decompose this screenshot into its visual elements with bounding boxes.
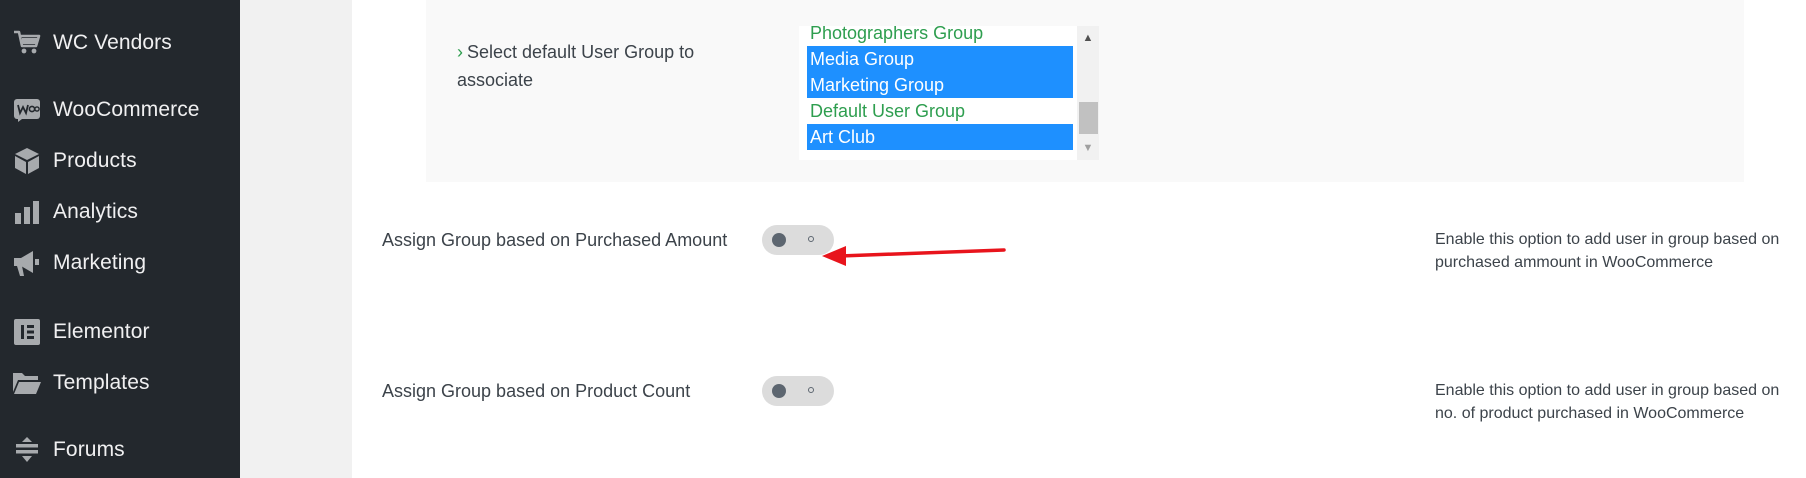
purchased-amount-toggle[interactable] — [762, 225, 834, 255]
default-group-label: › Select default User Group to associate — [457, 38, 737, 94]
sidebar-item-label: Analytics — [53, 200, 138, 223]
toggle-knob — [772, 384, 786, 398]
sidebar-item-marketing[interactable]: Marketing — [0, 246, 240, 280]
toggle-off-indicator-icon — [808, 236, 814, 242]
option-art-club[interactable]: Art Club — [807, 124, 1073, 150]
sidebar-item-analytics[interactable]: Analytics — [0, 195, 240, 229]
sidebar-item-forums[interactable]: Forums — [0, 433, 240, 467]
product-count-label: Assign Group based on Product Count — [382, 381, 691, 401]
scroll-down-arrow-icon[interactable]: ▼ — [1077, 138, 1099, 158]
option-photographers-group[interactable]: Photographers Group — [807, 26, 1073, 46]
option-marketing-group[interactable]: Marketing Group — [807, 72, 1073, 98]
bar-chart-icon — [12, 197, 42, 227]
sidebar-item-wc-vendors[interactable]: WC Vendors — [0, 26, 240, 60]
sidebar-item-label: Templates — [53, 371, 150, 394]
scroll-up-arrow-icon[interactable]: ▲ — [1077, 28, 1099, 48]
toggle-knob — [772, 233, 786, 247]
folder-icon — [12, 368, 42, 398]
toggle-off-indicator-icon — [808, 387, 814, 393]
option-default-user-group[interactable]: Default User Group — [807, 98, 1073, 124]
product-count-description: Enable this option to add user in group … — [1435, 382, 1780, 422]
sidebar-item-label: WC Vendors — [53, 31, 172, 54]
product-count-toggle[interactable] — [762, 376, 834, 406]
settings-content: › Select default User Group to associate … — [352, 0, 1806, 478]
listbox-scrollbar[interactable]: ▲ ▼ — [1077, 26, 1099, 160]
cart-icon — [12, 28, 42, 58]
admin-sidebar: WC Vendors WooCommerce Products Analytic… — [0, 0, 240, 478]
user-group-panel: › Select default User Group to associate … — [426, 0, 1744, 182]
user-group-options: Photographers Group Media Group Marketin… — [799, 26, 1081, 160]
chevron-right-icon: › — [457, 42, 463, 62]
sidebar-item-label: Marketing — [53, 251, 147, 274]
sidebar-item-label: Elementor — [53, 320, 150, 343]
option-media-group[interactable]: Media Group — [807, 46, 1073, 72]
sidebar-item-label: Forums — [53, 438, 125, 461]
content-gutter — [240, 0, 352, 478]
woo-icon — [12, 95, 42, 125]
sidebar-item-templates[interactable]: Templates — [0, 366, 240, 400]
purchased-amount-description: Enable this option to add user in group … — [1435, 231, 1780, 271]
sidebar-item-label: Products — [53, 149, 137, 172]
sidebar-item-elementor[interactable]: Elementor — [0, 315, 240, 349]
scrollbar-thumb[interactable] — [1079, 102, 1098, 134]
user-group-options-list: Photographers Group Media Group Marketin… — [807, 26, 1073, 150]
user-group-multiselect[interactable]: Photographers Group Media Group Marketin… — [799, 26, 1099, 160]
sidebar-item-woocommerce[interactable]: WooCommerce — [0, 93, 240, 127]
sidebar-item-products[interactable]: Products — [0, 144, 240, 178]
sidebar-item-label: WooCommerce — [53, 98, 200, 121]
elementor-icon — [12, 317, 42, 347]
default-group-label-text: Select default User Group to associate — [457, 42, 695, 90]
box-icon — [12, 146, 42, 176]
purchased-amount-label: Assign Group based on Purchased Amount — [382, 230, 728, 250]
megaphone-icon — [12, 248, 42, 278]
forums-icon — [12, 435, 42, 465]
